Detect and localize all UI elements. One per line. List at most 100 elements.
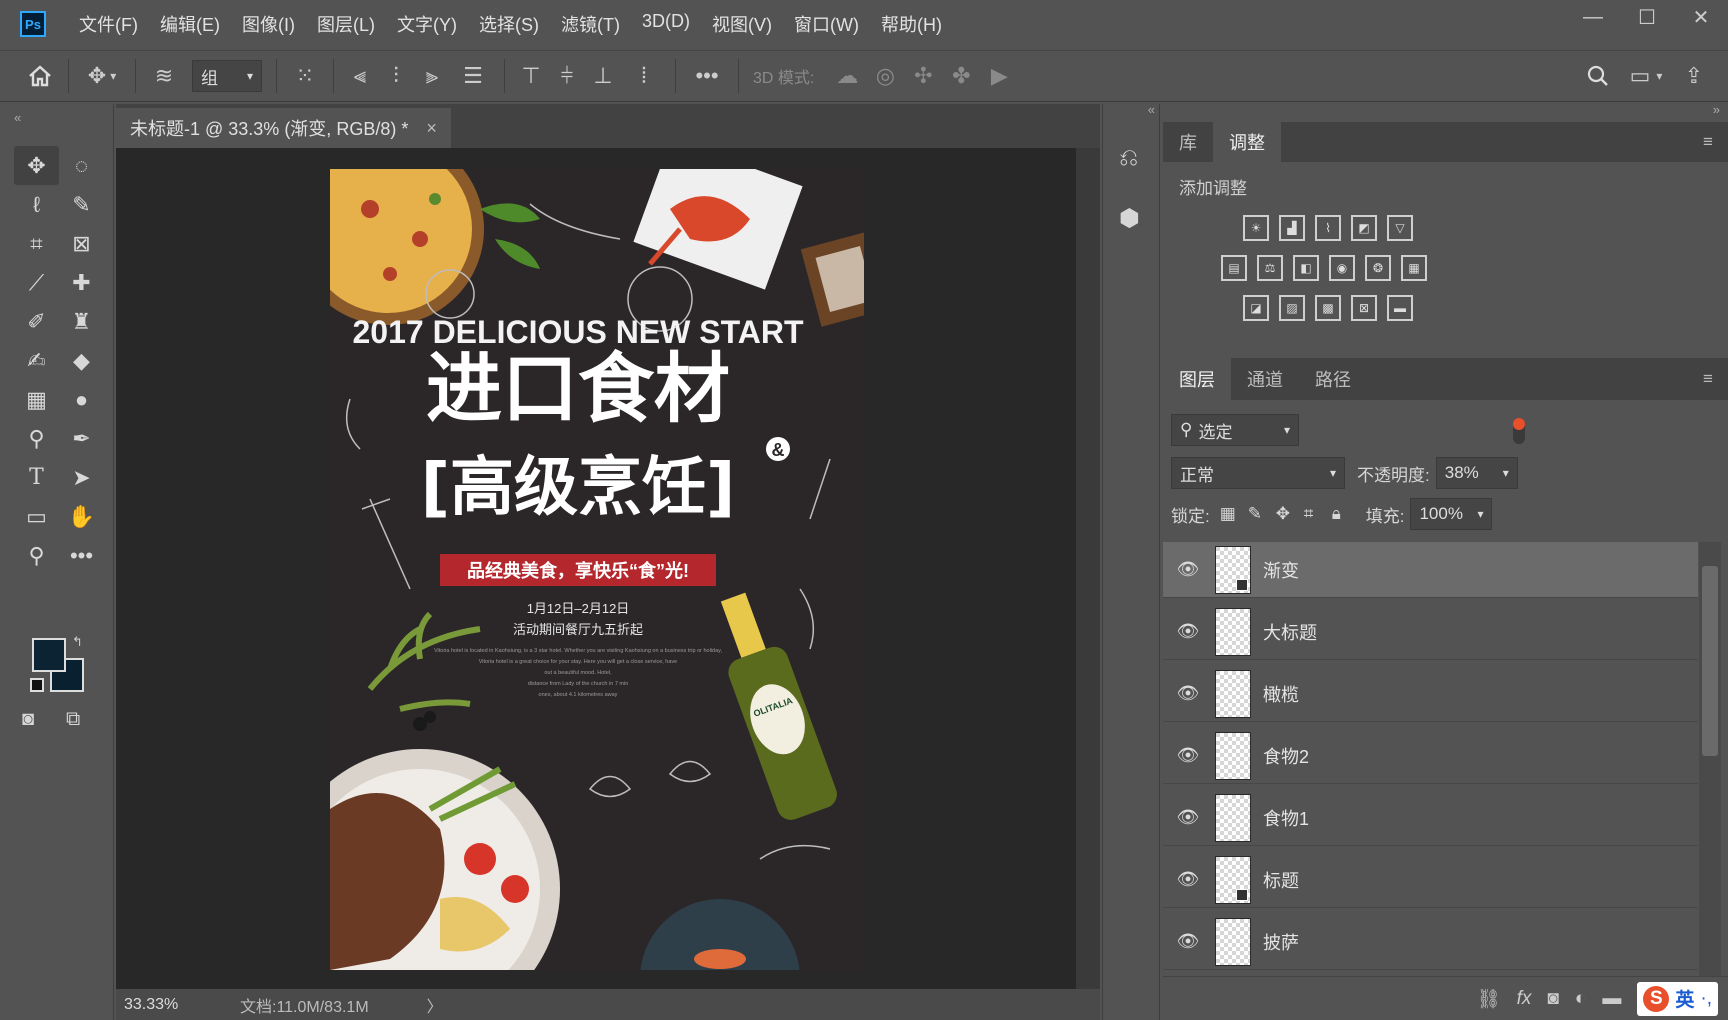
black-white-icon[interactable]: ◧ <box>1293 255 1319 281</box>
brightness-icon[interactable]: ☀ <box>1243 215 1269 241</box>
layer-row[interactable]: 👁︎ 食物1 <box>1163 790 1698 846</box>
invert-icon[interactable]: ◪ <box>1243 295 1269 321</box>
layer-style-button[interactable]: fx <box>1517 988 1532 1010</box>
layers-scrollbar[interactable] <box>1699 542 1721 976</box>
screen-mode-button[interactable]: ⧉ <box>66 708 80 731</box>
elliptical-marquee-tool[interactable]: ◌ <box>59 146 104 185</box>
foreground-color-swatch[interactable] <box>32 638 66 672</box>
history-panel-button[interactable]: ⎌ <box>1119 144 1138 172</box>
tab-layers[interactable]: 图层 <box>1163 358 1231 400</box>
eraser-tool[interactable]: ◆ <box>59 341 104 380</box>
menu-3d[interactable]: 3D(D) <box>631 11 701 37</box>
pan-3d-button[interactable]: ✣ <box>904 56 942 96</box>
visibility-eye-icon[interactable]: 👁︎ <box>1163 931 1213 952</box>
search-button[interactable] <box>1578 56 1618 96</box>
quick-mask-button[interactable]: ◙ <box>22 708 34 731</box>
quick-selection-tool[interactable]: ✎ <box>59 185 104 224</box>
crop-tool[interactable]: ⌗ <box>14 224 59 263</box>
maximize-button[interactable]: ☐ <box>1620 0 1674 34</box>
healing-brush-tool[interactable]: ✚ <box>59 263 104 302</box>
collapse-dock-icon[interactable]: « <box>1148 102 1155 117</box>
menu-edit[interactable]: 编辑(E) <box>149 11 231 37</box>
layer-row[interactable]: 👁︎ 渐变 <box>1163 542 1698 598</box>
curves-icon[interactable]: ⌇ <box>1315 215 1341 241</box>
blur-tool[interactable]: ● <box>59 380 104 419</box>
distribute-v-button[interactable]: ⦙ <box>621 56 667 96</box>
panel-menu-icon[interactable]: ≡ <box>1688 122 1728 162</box>
visibility-eye-icon[interactable]: 👁︎ <box>1163 683 1213 704</box>
menu-select[interactable]: 选择(S) <box>468 11 550 37</box>
tab-paths[interactable]: 路径 <box>1299 358 1367 400</box>
layer-filter-dropdown[interactable]: ⚲ 选定 ▾ <box>1171 414 1299 446</box>
lock-position-icon[interactable]: ✥ <box>1276 504 1304 524</box>
layer-row[interactable]: 👁︎ 食物2 <box>1163 728 1698 784</box>
layer-row[interactable]: 👁︎ 大标题 <box>1163 604 1698 660</box>
collapse-toolbar-icon[interactable]: « <box>14 110 21 125</box>
menu-file[interactable]: 文件(F) <box>68 11 149 37</box>
menu-help[interactable]: 帮助(H) <box>870 11 953 37</box>
align-left-button[interactable]: ⫷ <box>342 56 378 96</box>
exposure-icon[interactable]: ◩ <box>1351 215 1377 241</box>
lock-pixels-icon[interactable]: ✎ <box>1248 504 1276 524</box>
pen-tool[interactable]: ✒ <box>59 419 104 458</box>
close-button[interactable]: ✕ <box>1674 0 1728 34</box>
history-brush-tool[interactable]: ✍ <box>14 341 59 380</box>
menu-filter[interactable]: 滤镜(T) <box>550 11 631 37</box>
layer-row[interactable]: 👁︎ 标题 <box>1163 852 1698 908</box>
lock-all-icon[interactable]: 🔒︎ <box>1332 504 1360 524</box>
roll-3d-button[interactable]: ◎ <box>866 56 904 96</box>
minimize-button[interactable]: — <box>1566 0 1620 34</box>
distribute-h-button[interactable]: ☰ <box>450 56 496 96</box>
canvas[interactable]: 2017 DELICIOUS NEW START 进口食材 & [高级烹饪] 品… <box>330 169 864 970</box>
color-lookup-icon[interactable]: ▦ <box>1401 255 1427 281</box>
brush-tool[interactable]: ✐ <box>14 302 59 341</box>
auto-select-toggle[interactable]: ≋ <box>144 56 184 96</box>
fill-input[interactable]: 100% ▾ <box>1410 498 1493 530</box>
collapse-panels-icon[interactable]: » <box>1713 102 1720 117</box>
tab-libraries[interactable]: 库 <box>1163 122 1213 162</box>
visibility-eye-icon[interactable]: 👁︎ <box>1163 621 1213 642</box>
menu-layer[interactable]: 图层(L) <box>306 11 386 37</box>
align-right-button[interactable]: ⫸ <box>414 56 450 96</box>
tab-channels[interactable]: 通道 <box>1231 358 1299 400</box>
path-selection-tool[interactable]: ➤ <box>59 458 104 497</box>
zoom-level[interactable]: 33.33% <box>124 996 184 1014</box>
3d-panel-button[interactable]: ⬢ <box>1119 204 1140 233</box>
canvas-vertical-scrollbar[interactable] <box>1076 148 1100 989</box>
lock-transparent-icon[interactable]: ▦ <box>1220 504 1248 524</box>
slide-3d-button[interactable]: ✤ <box>942 56 980 96</box>
ime-indicator[interactable]: S 英 ·, <box>1637 981 1718 1016</box>
posterize-icon[interactable]: ▨ <box>1279 295 1305 321</box>
visibility-eye-icon[interactable]: 👁︎ <box>1163 745 1213 766</box>
visibility-eye-icon[interactable]: 👁︎ <box>1163 559 1213 580</box>
layer-row[interactable]: 👁︎ 橄榄 <box>1163 666 1698 722</box>
channel-mixer-icon[interactable]: ❂ <box>1365 255 1391 281</box>
link-layers-icon[interactable]: ⛓ <box>1477 987 1501 1011</box>
threshold-icon[interactable]: ▩ <box>1315 295 1341 321</box>
new-group-icon[interactable]: ▬ <box>1602 988 1621 1010</box>
layers-panel-menu-icon[interactable]: ≡ <box>1688 358 1728 400</box>
photo-filter-icon[interactable]: ◉ <box>1329 255 1355 281</box>
blend-mode-dropdown[interactable]: 正常 ▾ <box>1171 457 1345 489</box>
layer-row[interactable]: 👁︎ 披萨 <box>1163 914 1698 970</box>
zoom-tool[interactable]: ⚲ <box>14 536 59 575</box>
filter-toggle[interactable] <box>1513 418 1525 444</box>
default-colors-icon[interactable] <box>30 678 44 692</box>
gradient-map-icon[interactable]: ▬ <box>1387 295 1413 321</box>
workspace-button[interactable]: ▭ ▾ <box>1618 56 1674 96</box>
orbit-3d-button[interactable]: ☁ <box>828 56 866 96</box>
gradient-tool[interactable]: ▦ <box>14 380 59 419</box>
align-top-button[interactable]: ⊤ <box>513 56 549 96</box>
status-menu-arrow[interactable]: 〉 <box>427 993 443 1017</box>
opacity-input[interactable]: 38% ▾ <box>1435 457 1518 489</box>
transform-controls-toggle[interactable]: ⁙ <box>285 56 325 96</box>
eyedropper-tool[interactable]: ⟋ <box>14 263 59 302</box>
edit-toolbar-button[interactable]: ••• <box>59 536 104 575</box>
document-tab[interactable]: 未标题-1 @ 33.3% (渐变, RGB/8) * × <box>116 108 451 148</box>
lasso-tool[interactable]: ℓ <box>14 185 59 224</box>
document-info[interactable]: 文档:11.0M/83.1M <box>240 993 369 1017</box>
vibrance-icon[interactable]: ▽ <box>1387 215 1413 241</box>
close-tab-icon[interactable]: × <box>426 118 437 139</box>
menu-image[interactable]: 图像(I) <box>231 11 306 37</box>
move-tool-preset[interactable]: ✥ ▾ <box>77 56 127 96</box>
